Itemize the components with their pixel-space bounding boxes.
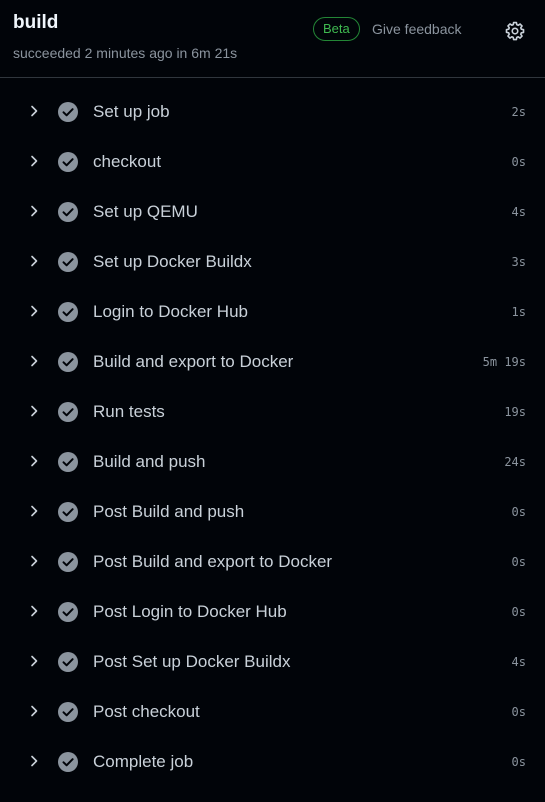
check-circle-icon [58, 252, 78, 272]
check-circle-icon [58, 702, 78, 722]
check-circle-icon [58, 352, 78, 372]
step-name: Set up Docker Buildx [93, 252, 252, 271]
step-row[interactable]: Login to Docker Hub 1s [0, 287, 545, 337]
beta-badge: Beta [313, 17, 360, 41]
check-circle-icon [58, 602, 78, 622]
step-name: Build and push [93, 452, 206, 471]
chevron-right-icon[interactable] [26, 553, 42, 569]
step-duration: 0s [511, 155, 526, 169]
step-name: Set up QEMU [93, 202, 198, 221]
give-feedback-link[interactable]: Give feedback [372, 20, 462, 38]
step-name: Set up job [93, 102, 170, 121]
step-row[interactable]: Post checkout 0s [0, 687, 545, 737]
step-row[interactable]: Post Build and push 0s [0, 487, 545, 537]
step-duration: 19s [504, 405, 526, 419]
step-row[interactable]: Post Set up Docker Buildx 4s [0, 637, 545, 687]
step-row[interactable]: Post Login to Docker Hub 0s [0, 587, 545, 637]
step-row[interactable]: Build and export to Docker 5m 19s [0, 337, 545, 387]
step-name: Build and export to Docker [93, 352, 294, 371]
job-title: build [13, 12, 59, 33]
chevron-right-icon[interactable] [26, 103, 42, 119]
step-name: checkout [93, 152, 162, 171]
chevron-right-icon[interactable] [26, 403, 42, 419]
step-duration: 5m 19s [482, 355, 526, 369]
chevron-right-icon[interactable] [26, 353, 42, 369]
step-row[interactable]: Run tests 19s [0, 387, 545, 437]
step-row[interactable]: Complete job 0s [0, 737, 545, 787]
step-name: Post Build and export to Docker [93, 552, 333, 571]
step-name: Post checkout [93, 702, 200, 721]
step-name: Post Login to Docker Hub [93, 602, 287, 621]
step-row[interactable]: Post Build and export to Docker 0s [0, 537, 545, 587]
step-name: Post Build and push [93, 502, 245, 521]
check-circle-icon [58, 502, 78, 522]
step-name: Login to Docker Hub [93, 302, 248, 321]
check-circle-icon [58, 552, 78, 572]
check-circle-icon [58, 302, 78, 322]
step-duration: 4s [511, 655, 526, 669]
step-row[interactable]: Set up QEMU 4s [0, 187, 545, 237]
step-duration: 0s [511, 705, 526, 719]
step-duration: 2s [511, 105, 526, 119]
step-duration: 4s [511, 205, 526, 219]
chevron-right-icon[interactable] [26, 603, 42, 619]
settings-button[interactable] [503, 19, 527, 43]
steps-list: Set up job 2s checkout 0s Set up QEMU 4s Set u… [0, 87, 545, 787]
step-row[interactable]: Build and push 24s [0, 437, 545, 487]
check-circle-icon [58, 752, 78, 772]
chevron-right-icon[interactable] [26, 153, 42, 169]
step-duration: 0s [511, 605, 526, 619]
job-header: build succeeded 2 minutes ago in 6m 21s … [0, 0, 545, 78]
chevron-right-icon[interactable] [26, 253, 42, 269]
chevron-right-icon[interactable] [26, 453, 42, 469]
chevron-right-icon[interactable] [26, 203, 42, 219]
chevron-right-icon[interactable] [26, 303, 42, 319]
check-circle-icon [58, 202, 78, 222]
step-row[interactable]: checkout 0s [0, 137, 545, 187]
chevron-right-icon[interactable] [26, 503, 42, 519]
step-name: Post Set up Docker Buildx [93, 652, 291, 671]
step-row[interactable]: Set up Docker Buildx 3s [0, 237, 545, 287]
step-duration: 3s [511, 255, 526, 269]
step-duration: 0s [511, 755, 526, 769]
check-circle-icon [58, 452, 78, 472]
step-duration: 0s [511, 555, 526, 569]
check-circle-icon [58, 402, 78, 422]
chevron-right-icon[interactable] [26, 703, 42, 719]
chevron-right-icon[interactable] [26, 653, 42, 669]
job-status-text: succeeded 2 minutes ago in 6m 21s [13, 45, 238, 61]
step-duration: 1s [511, 305, 526, 319]
check-circle-icon [58, 102, 78, 122]
chevron-right-icon[interactable] [26, 753, 42, 769]
step-name: Complete job [93, 752, 194, 771]
step-row[interactable]: Set up job 2s [0, 87, 545, 137]
check-circle-icon [58, 152, 78, 172]
step-name: Run tests [93, 402, 165, 421]
gear-icon [505, 21, 525, 41]
check-circle-icon [58, 652, 78, 672]
step-duration: 24s [504, 455, 526, 469]
step-duration: 0s [511, 505, 526, 519]
